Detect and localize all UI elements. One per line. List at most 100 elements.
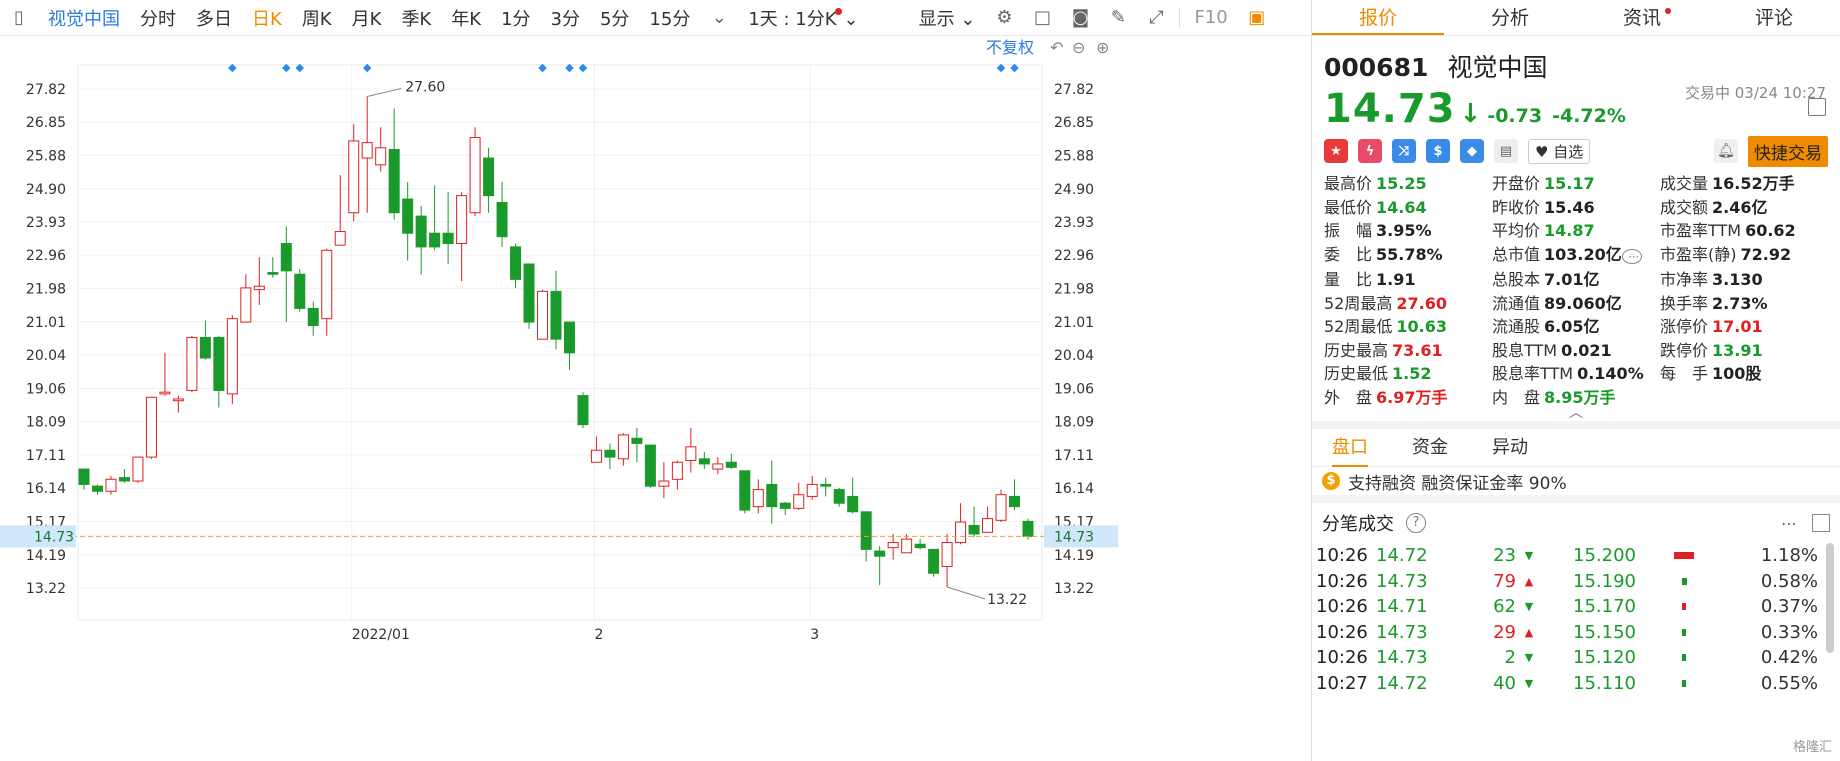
pen-draw-icon[interactable]: ✎ (1105, 5, 1131, 31)
trade-status: 交易中 03/24 10:27 (1685, 84, 1826, 102)
quote-panel: 报价 分析 资讯 评论 000681 视觉中国 14.73 ↓ -0.73 -4… (1311, 0, 1840, 761)
camera-icon[interactable]: ◙ (1067, 5, 1093, 31)
level-pct: 0.37% (1760, 596, 1818, 618)
quote-cell: 最低价 14.64 (1324, 196, 1492, 220)
y-tick-label-left: 24.90 (26, 182, 66, 198)
tick-price: 14.72 (1376, 545, 1428, 567)
tab-analysis[interactable]: 分析 (1444, 0, 1576, 35)
scrollbar[interactable] (1826, 543, 1834, 653)
fullscreen-icon[interactable]: ⤢ (1143, 5, 1169, 31)
display-menu[interactable]: 显示 ⌄ (909, 5, 986, 31)
sidebar-toggle-icon[interactable]: ▯ (6, 5, 32, 31)
quote-row: 最低价 14.64 昨收价 15.46 成交额 2.46亿 (1324, 196, 1828, 220)
tab-news[interactable]: 资讯 (1576, 0, 1708, 35)
candle-body (469, 137, 481, 214)
chevron-down-icon[interactable]: ⌄ (706, 5, 732, 31)
add-watchlist-button[interactable]: ♥ 自选 (1528, 138, 1591, 164)
stock-title-row: 000681 视觉中国 (1324, 48, 1828, 84)
level-pct: 1.18% (1760, 545, 1818, 567)
period-weekly-k[interactable]: 周K (292, 5, 342, 31)
quote-cell: 开盘价 15.17 (1492, 172, 1660, 196)
stock-code: 000681 (1324, 53, 1429, 82)
document-icon[interactable]: ▤ (1494, 139, 1518, 163)
y-tick-label-right: 20.04 (1054, 348, 1094, 364)
high-annotation: 27.60 (405, 80, 445, 96)
period-daily-k[interactable]: 日K (242, 5, 292, 31)
stock-name-tab[interactable]: 视觉中国 (38, 5, 130, 31)
period-intraday[interactable]: 分时 (130, 5, 186, 31)
period-1min[interactable]: 1分 (491, 5, 540, 31)
level-pct: 0.58% (1760, 570, 1818, 592)
tab-quote[interactable]: 报价 (1312, 0, 1444, 35)
candle-body (132, 456, 144, 482)
kline-svg: 27.82 27.82 26.85 26.85 25.88 25.88 24.90 24.90… (0, 38, 1118, 643)
more-circle-icon[interactable]: ⋯ (1621, 248, 1643, 264)
subtab-orderbook[interactable]: 盘口 (1332, 429, 1368, 467)
quote-value: 6.97万手 (1376, 387, 1448, 407)
quote-label: 每 手 (1660, 364, 1709, 383)
zoom-out-icon[interactable]: ⊖ (1072, 38, 1085, 57)
bell-icon[interactable]: 🔔︎ (1714, 139, 1738, 163)
candle-body (213, 336, 225, 391)
quote-label: 开盘价 (1492, 174, 1541, 193)
candle-body (348, 140, 360, 214)
quote-cell: 市净率 3.130 (1660, 268, 1810, 292)
period-yearly-k[interactable]: 年K (441, 5, 491, 31)
quote-cell: 52周最高 27.60 (1324, 292, 1492, 316)
tick-row: 10:26 14.73 79 ▲ 15.190 0.58% (1312, 569, 1840, 595)
candle-body (914, 543, 926, 549)
kline-chart[interactable]: 27.82 27.82 26.85 26.85 25.88 25.88 24.90 24.90… (0, 37, 1310, 761)
quote-row: 历史最高 73.61 股息TTM 0.021 跌停价 13.91 (1324, 339, 1828, 363)
help-icon[interactable]: ? (1406, 513, 1426, 533)
quote-label: 总市值 (1492, 244, 1541, 264)
quote-cell: 市盈率(静) 72.92 (1660, 243, 1810, 269)
y-tick-label-left: 16.14 (26, 481, 66, 497)
quote-label: 52周最高 (1324, 293, 1393, 313)
period-5min[interactable]: 5分 (590, 5, 639, 31)
shuffle-icon[interactable]: ⤨ (1392, 139, 1416, 163)
china-flag-icon[interactable]: ★ (1324, 139, 1348, 163)
candle-body (995, 494, 1007, 521)
candle-body (145, 396, 157, 458)
flash-icon[interactable]: ϟ (1358, 139, 1382, 163)
tick-volume: 40 (1493, 672, 1516, 694)
period-15min[interactable]: 15分 (639, 5, 700, 31)
layout-panel-icon[interactable]: ▣ (1244, 5, 1270, 31)
undo-icon[interactable]: ↶ (1050, 38, 1063, 57)
quote-cell: 总市值 103.20亿 ⋯ (1492, 243, 1660, 269)
tab-comments[interactable]: 评论 (1708, 0, 1840, 35)
up-triangle-icon: ▲ (1524, 574, 1534, 588)
quote-label: 股息TTM (1492, 340, 1558, 360)
window-square-icon[interactable]: □ (1029, 5, 1055, 31)
quote-cell (1660, 386, 1810, 410)
quote-label: 涨停价 (1660, 317, 1709, 336)
zoom-in-icon[interactable]: ⊕ (1096, 38, 1109, 57)
tag-icon[interactable]: ◆ (1460, 139, 1484, 163)
candle-body (442, 232, 454, 244)
y-tick-label-right: 24.90 (1054, 182, 1094, 198)
dollar-icon[interactable]: $ (1426, 139, 1450, 163)
down-triangle-icon: ▼ (1524, 600, 1534, 614)
no-adjust-button[interactable]: 不复权 (986, 38, 1034, 57)
period-quarterly-k[interactable]: 季K (391, 5, 441, 31)
settings-gear-icon[interactable]: ⚙ (991, 5, 1017, 31)
fast-trade-button[interactable]: 快捷交易 (1748, 135, 1828, 167)
y-tick-label-right: 13.22 (1054, 581, 1094, 597)
f10-button[interactable]: F10 (1184, 7, 1237, 28)
quote-value: 0.140% (1577, 364, 1644, 383)
chevron-up-icon[interactable]: ︿ (1312, 406, 1840, 421)
period-3min[interactable]: 3分 (541, 5, 590, 31)
y-tick-label-left: 21.01 (26, 315, 66, 331)
quote-cell: 外 盘 6.97万手 (1324, 386, 1492, 410)
candle-body (928, 548, 940, 574)
more-icon[interactable]: ⋯ (1781, 514, 1798, 533)
subtab-movement[interactable]: 异动 (1492, 429, 1528, 467)
candle-body (267, 272, 279, 275)
interval-selector[interactable]: 1天 : 1分K ⌄ (738, 5, 868, 31)
period-monthly-k[interactable]: 月K (342, 5, 392, 31)
quote-row: 52周最高 27.60 流通值 89.060亿 换手率 2.73% (1324, 292, 1828, 316)
panel-tabs: 报价 分析 资讯 评论 (1312, 0, 1840, 36)
period-multiday[interactable]: 多日 (186, 5, 242, 31)
expand-icon[interactable] (1812, 514, 1830, 532)
subtab-funds[interactable]: 资金 (1412, 429, 1448, 467)
